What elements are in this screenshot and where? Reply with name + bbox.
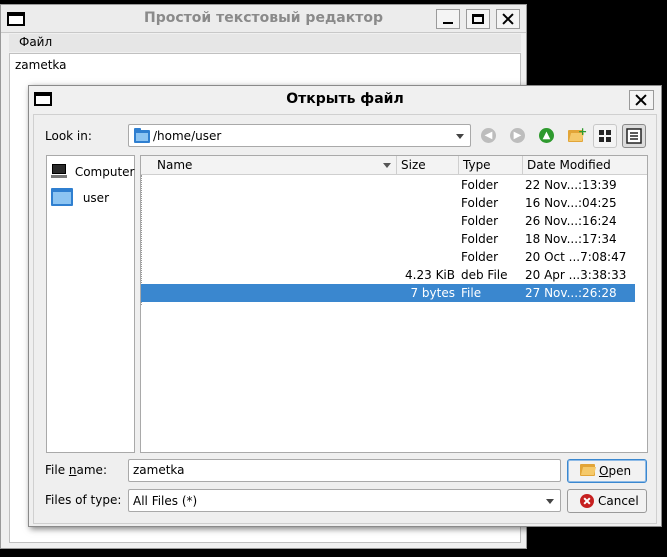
sidebar-item-label: Computer xyxy=(74,165,135,179)
cell-date: 26 Nov...:16:24 xyxy=(525,214,617,228)
cell-type: Folder xyxy=(461,250,499,264)
cell-size: 4.23 KiB xyxy=(405,268,455,282)
folder-icon xyxy=(51,188,73,206)
cancel-icon xyxy=(580,494,594,508)
look-in-label: Look in: xyxy=(45,129,92,143)
dialog-titlebar[interactable]: Открыть файл xyxy=(29,86,661,114)
chevron-down-icon xyxy=(546,499,554,504)
sidebar-item-computer[interactable]: Computer xyxy=(51,164,134,179)
table-row[interactable]: recipeSpaceFolder18 Nov...:17:34 xyxy=(141,230,635,248)
files-of-type-label: Files of type: xyxy=(45,493,122,507)
dialog-body: Look in: /home/user ◀ ▶ ▲ + Computer use… xyxy=(33,114,657,524)
minimize-button[interactable] xyxy=(436,9,460,29)
cancel-button-label: Cancel xyxy=(598,494,639,508)
column-header-date[interactable]: Date Modified xyxy=(523,156,635,175)
column-header-type[interactable]: Type xyxy=(459,156,523,175)
cell-date: 20 Apr ...3:38:33 xyxy=(525,268,627,282)
open-file-dialog: Открыть файл Look in: /home/user ◀ ▶ ▲ + xyxy=(28,85,662,527)
cell-date: 18 Nov...:17:34 xyxy=(525,232,617,246)
new-folder-button[interactable]: + xyxy=(564,124,588,148)
table-row[interactable]: cuda-keyring_1.1-1_all.deb4.23 KiBdeb Fi… xyxy=(141,266,635,284)
column-header-name[interactable]: Name xyxy=(141,156,397,175)
chevron-down-icon xyxy=(456,134,464,139)
editor-titlebar[interactable]: Простой текстовый редактор xyxy=(1,5,526,33)
forward-button[interactable]: ▶ xyxy=(506,124,530,148)
open-folder-icon xyxy=(580,464,595,476)
dialog-title: Открыть файл xyxy=(286,91,404,107)
table-row[interactable]: Image2ModelFolder16 Nov...:04:25 xyxy=(141,194,635,212)
sidebar-item-user[interactable]: user xyxy=(51,188,109,206)
open-button[interactable]: Open xyxy=(567,459,647,483)
places-sidebar: Computer user xyxy=(46,155,135,453)
cell-type: Folder xyxy=(461,214,499,228)
editor-text-content: zametka xyxy=(15,58,67,72)
cell-type: Folder xyxy=(461,178,499,192)
editor-menubar: Файл xyxy=(9,34,521,52)
cell-date: 22 Nov...:13:39 xyxy=(525,178,617,192)
cell-type: deb File xyxy=(461,268,508,282)
table-row[interactable]: zametka7 bytesFile27 Nov...:26:28 xyxy=(141,284,635,302)
table-row[interactable]: snapFolder20 Oct ...7:08:47 xyxy=(141,248,635,266)
list-view-button[interactable] xyxy=(593,124,617,148)
editor-close-button[interactable] xyxy=(496,9,520,29)
parent-directory-button[interactable]: ▲ xyxy=(535,124,559,148)
look-in-value: /home/user xyxy=(153,129,222,143)
detail-view-icon xyxy=(626,128,642,144)
table-row[interactable]: introduction-to-qt-tasksFolder26 Nov...:… xyxy=(141,212,635,230)
menu-file[interactable]: Файл xyxy=(19,35,52,49)
minimize-icon xyxy=(443,22,453,24)
table-row[interactable]: fastify-intro-taskFolder22 Nov...:13:39 xyxy=(141,176,635,194)
file-name-label: File name: xyxy=(45,463,107,477)
cell-type: Folder xyxy=(461,232,499,246)
arrow-up-icon: ▲ xyxy=(539,128,554,143)
back-button[interactable]: ◀ xyxy=(477,124,501,148)
computer-icon xyxy=(51,164,67,178)
sort-down-icon xyxy=(383,163,391,168)
open-button-label: Open xyxy=(599,464,632,478)
arrow-left-icon: ◀ xyxy=(481,128,496,143)
files-of-type-value: All Files (*) xyxy=(133,494,198,508)
cell-date: 20 Oct ...7:08:47 xyxy=(525,250,627,264)
look-in-combo[interactable]: /home/user xyxy=(128,124,471,147)
maximize-button[interactable] xyxy=(466,9,490,29)
cell-date: 16 Nov...:04:25 xyxy=(525,196,617,210)
cell-date: 27 Nov...:26:28 xyxy=(525,286,617,300)
maximize-icon xyxy=(472,14,484,24)
file-list: Name Size Type Date Modified fastify-int… xyxy=(140,155,648,453)
cell-size: 7 bytes xyxy=(410,286,455,300)
file-name-value: zametka xyxy=(133,463,185,477)
column-header-size[interactable]: Size xyxy=(397,156,459,175)
folder-icon xyxy=(134,128,150,143)
sidebar-item-label: user xyxy=(82,191,110,205)
cancel-button[interactable]: Cancel xyxy=(567,489,647,513)
files-of-type-combo[interactable]: All Files (*) xyxy=(128,489,561,512)
icon-view-icon xyxy=(599,130,611,142)
file-name-input[interactable]: zametka xyxy=(128,459,561,482)
dialog-close-button[interactable] xyxy=(629,90,654,110)
file-list-header: Name Size Type Date Modified xyxy=(141,156,647,175)
detail-view-button[interactable] xyxy=(622,124,646,148)
cell-type: File xyxy=(461,286,482,300)
arrow-right-icon: ▶ xyxy=(510,128,525,143)
cell-type: Folder xyxy=(461,196,499,210)
